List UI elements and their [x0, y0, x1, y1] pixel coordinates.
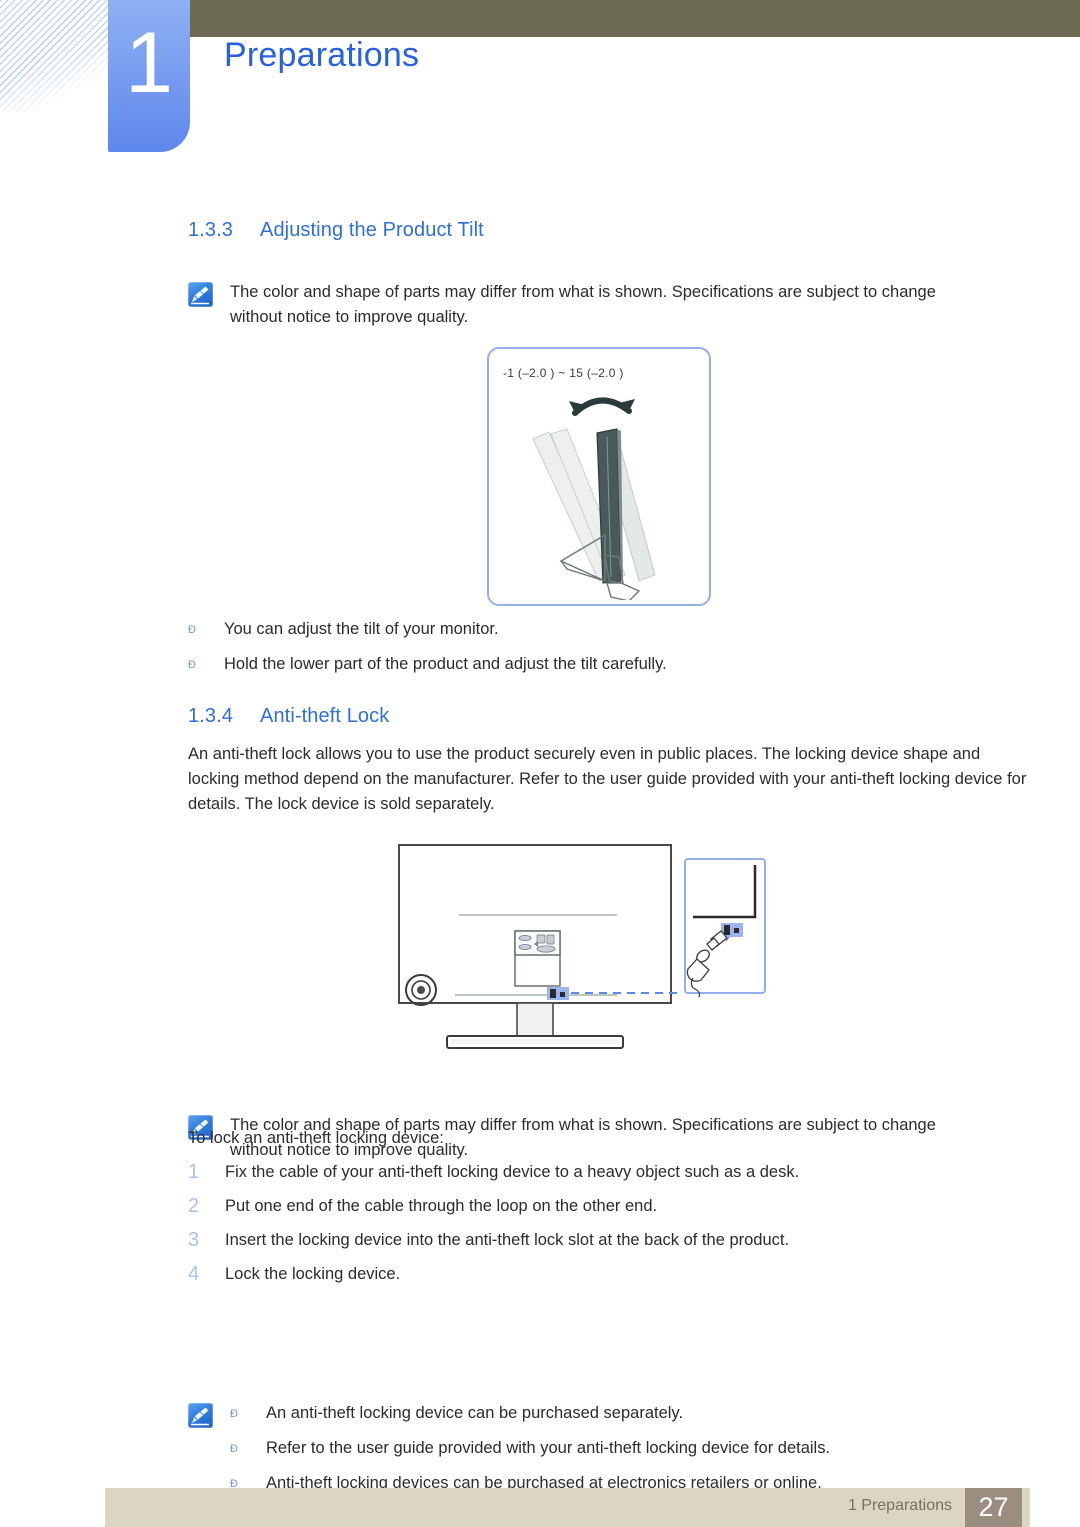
tilt-illustration [532, 397, 656, 600]
step-item: 2 Put one end of the cable through the l… [188, 1189, 1043, 1223]
section-title-133: Adjusting the Product Tilt [260, 219, 484, 241]
tilt-range-label: -1 (–2.0 ) ~ 15 (–2.0 ) [503, 366, 624, 380]
footer-page-number: 27 [965, 1488, 1022, 1527]
tilt-figure-box: -1 (–2.0 ) ~ 15 (–2.0 ) [487, 347, 711, 606]
section-heading-133: 1.3.3 Adjusting the Product Tilt [188, 219, 1043, 242]
antitheft-illustration [398, 844, 766, 1049]
note-final-body: Ð An anti-theft locking device can be pu… [230, 1401, 988, 1497]
note-bullet-item: Ð An anti-theft locking device can be pu… [230, 1401, 988, 1427]
bullet-marker: Ð [230, 1408, 238, 1420]
step-item: 3 Insert the locking device into the ant… [188, 1223, 1043, 1257]
chapter-number: 1 [125, 15, 173, 111]
section-number-134: 1.3.4 [188, 705, 233, 727]
tilt-bullet-item: Ð Hold the lower part of the product and… [188, 652, 1043, 678]
section-title-134: Anti-theft Lock [260, 705, 390, 727]
step-number: 2 [188, 1195, 200, 1217]
bullet-text: You can adjust the tilt of your monitor. [224, 620, 499, 638]
footer-chapter-label: 1 Preparations [847, 1497, 952, 1514]
chapter-tab: 1 [108, 0, 190, 152]
steps-intro: To lock an anti-theft locking device: [188, 1129, 444, 1147]
bullet-text: Refer to the user guide provided with yo… [266, 1439, 831, 1457]
note-bullet-item: Ð Refer to the user guide provided with … [230, 1436, 988, 1462]
bullet-marker: Ð [188, 659, 196, 671]
step-text: Insert the locking device into the anti-… [225, 1231, 790, 1249]
note-pen-icon [188, 282, 213, 307]
bullet-marker: Ð [188, 624, 196, 636]
step-number: 4 [188, 1263, 200, 1285]
step-number: 1 [188, 1161, 200, 1183]
bullet-text: Hold the lower part of the product and a… [224, 655, 667, 673]
step-item: 4 Lock the locking device. [188, 1257, 1043, 1291]
step-text: Lock the locking device. [225, 1265, 401, 1283]
bullet-text: An anti-theft locking device can be purc… [266, 1404, 684, 1422]
step-text: Put one end of the cable through the loo… [225, 1197, 658, 1215]
note-pen-icon [188, 1403, 213, 1428]
antitheft-paragraph: An anti-theft lock allows you to use the… [188, 745, 1027, 813]
step-number: 3 [188, 1229, 200, 1251]
step-item: 1 Fix the cable of your anti-theft locki… [188, 1155, 1043, 1189]
bullet-marker: Ð [230, 1443, 238, 1455]
section-number-133: 1.3.3 [188, 219, 233, 241]
tilt-bullet-item: Ð You can adjust the tilt of your monito… [188, 617, 1043, 643]
chapter-title: Preparations [224, 36, 420, 74]
antitheft-figure [395, 843, 790, 1053]
step-text: Fix the cable of your anti-theft locking… [225, 1163, 800, 1181]
header-olive-bar [188, 0, 1080, 37]
note-text-tilt: The color and shape of parts may differ … [230, 283, 936, 326]
section-heading-134: 1.3.4 Anti-theft Lock [188, 705, 1043, 728]
